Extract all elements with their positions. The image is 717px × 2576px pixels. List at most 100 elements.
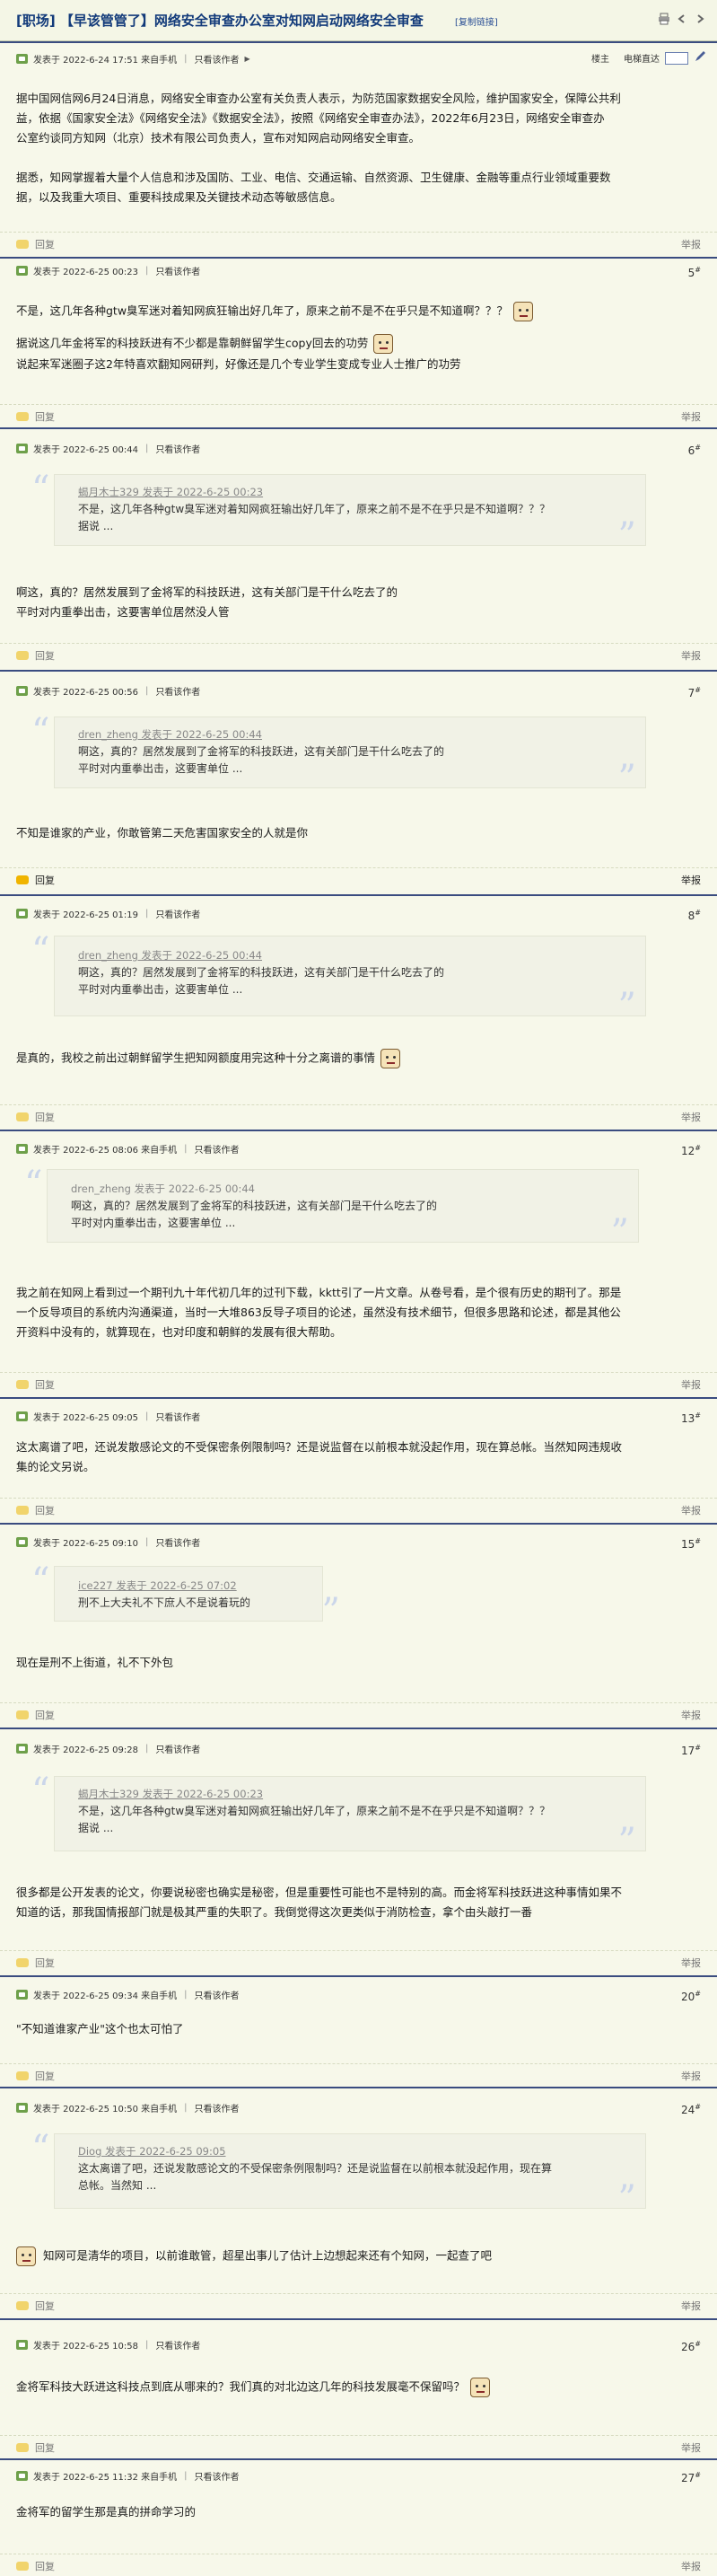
only-author-link[interactable]: 只看该作者 [155,1410,200,1423]
prev-thread-icon[interactable] [676,13,688,25]
post-footer: 回复 举报 [0,1950,717,1972]
report-button[interactable]: 举报 [681,2559,701,2573]
floor-number[interactable]: 27# [681,2471,701,2484]
title-icons [658,13,706,25]
owner-label[interactable]: 楼主 [591,51,609,65]
report-button[interactable]: 举报 [681,2299,701,2313]
only-author-link[interactable]: 只看该作者 [155,1742,200,1755]
report-button[interactable]: 举报 [681,648,701,663]
quote-block: “ 蝎月木士329 发表于 2022-6-25 00:23 不是，这几年各种gt… [31,1773,646,1859]
reply-button[interactable]: 回复 [16,648,55,663]
online-status-icon [16,2103,28,2113]
post-meta: 发表于 2022-6-25 08:06 来自手机 | 只看该作者 [16,1142,239,1156]
only-author-link[interactable]: 只看该作者 [155,907,200,920]
post-footer: 回复 举报 [0,2293,717,2315]
report-button[interactable]: 举报 [681,1377,701,1392]
floor-number[interactable]: 8# [688,909,701,922]
quote-block: “ 蝎月木士329 发表于 2022-6-25 00:23 不是，这几年各种gt… [31,471,646,554]
quote-close-icon: ” [617,758,636,799]
post-meta: 发表于 2022-6-24 17:51 来自手机 | 只看该作者 ▶ [16,52,250,66]
report-button[interactable]: 举报 [681,1956,701,1970]
reply-button[interactable]: 回复 [16,1110,55,1124]
report-button[interactable]: 举报 [681,873,701,887]
next-thread-icon[interactable] [694,13,706,25]
report-button[interactable]: 举报 [681,1708,701,1722]
report-button[interactable]: 举报 [681,1503,701,1517]
reply-icon [16,412,29,421]
thread-header: [职场] 【早该管管了】网络安全审查办公室对知网启动网络安全审查 [复制链接] [0,0,717,41]
only-author-link[interactable]: 只看该作者 [155,684,200,698]
quote-author-link[interactable]: 蝎月木士329 发表于 2022-6-25 00:23 [78,484,622,501]
quote-author-link[interactable]: dren_zheng 发表于 2022-6-25 00:44 [71,1181,615,1198]
floor-number[interactable]: 20# [681,1990,701,2003]
only-author-link[interactable]: 只看该作者 [155,2338,200,2352]
only-author-link[interactable]: 只看该作者 [155,264,200,277]
reply-button[interactable]: 回复 [16,1956,55,1970]
emoji-face-icon [16,2246,36,2266]
post-floor-1: 发表于 2022-6-24 17:51 来自手机 | 只看该作者 ▶ 楼主 电梯… [0,41,717,257]
content-line: 据悉，知网掌握着大量个人信息和涉及国防、工业、电信、交通运输、自然资源、卫生健康… [16,171,611,184]
only-author-link[interactable]: 只看该作者 [194,1988,239,2001]
reply-button[interactable]: 回复 [16,1503,55,1517]
floor-number[interactable]: 24# [681,2103,701,2116]
post-meta: 发表于 2022-6-25 09:10 | 只看该作者 [16,1535,200,1549]
quote-close-icon: ” [617,515,636,557]
floor-number[interactable]: 5# [688,266,701,279]
floor-number[interactable]: 17# [681,1744,701,1757]
content-line: 开资料中没有的，就算现在，也对印度和朝鲜的发展有很大帮助。 [16,1325,342,1339]
online-status-icon [16,54,28,64]
quote-author-link[interactable]: Diog 发表于 2022-6-25 09:05 [78,2143,622,2160]
quote-close-icon: ” [617,1821,636,1862]
post-time: 发表于 2022-6-25 00:56 [33,688,138,698]
report-button[interactable]: 举报 [681,237,701,251]
pen-icon[interactable] [694,50,706,66]
online-status-icon [16,1411,28,1421]
reply-button[interactable]: 回复 [16,873,55,887]
post-meta: 发表于 2022-6-25 00:56 | 只看该作者 [16,684,200,698]
floor-number[interactable]: 7# [688,686,701,699]
post-meta: 发表于 2022-6-25 00:23 | 只看该作者 [16,264,200,277]
quote-open-icon: “ [31,711,50,752]
reply-button[interactable]: 回复 [16,2069,55,2083]
report-button[interactable]: 举报 [681,1110,701,1124]
only-author-link[interactable]: 只看该作者 [194,2101,239,2114]
content-line: 金将军科技大跃进这科技点到底从哪来的？我们真的对北边这几年的科技发展毫不保留吗？ [16,2378,698,2397]
content-line: 益，依据《国家安全法》《网络安全法》《数据安全法》，按照《网络安全审查办法》，2… [16,111,605,125]
report-button[interactable]: 举报 [681,409,701,424]
reply-button[interactable]: 回复 [16,409,55,424]
online-status-icon [16,1990,28,2000]
quote-author-link[interactable]: 蝎月木士329 发表于 2022-6-25 00:23 [78,1786,622,1803]
post-floor-8: 发表于 2022-6-25 01:19 | 只看该作者 8# “ dren_zh… [0,894,717,1130]
reply-button[interactable]: 回复 [16,2440,55,2455]
quote-author-link[interactable]: dren_zheng 发表于 2022-6-25 00:44 [78,947,622,964]
only-author-link[interactable]: 只看该作者 [155,1535,200,1549]
report-button[interactable]: 举报 [681,2440,701,2455]
only-author-link[interactable]: 只看该作者 [155,442,200,455]
floor-number[interactable]: 13# [681,1411,701,1425]
quote-author-link[interactable]: dren_zheng 发表于 2022-6-25 00:44 [78,726,622,743]
copy-link-button[interactable]: [复制链接] [455,14,498,28]
reply-icon [16,2071,29,2080]
report-button[interactable]: 举报 [681,2069,701,2083]
only-author-link[interactable]: 只看该作者 [194,2469,239,2483]
floor-number[interactable]: 15# [681,1537,701,1551]
post-content: 不是，这几年各种gtw臭军迷对着知网疯狂输出好几年了，原来之前不是不在乎只是不知… [16,302,698,375]
reply-button[interactable]: 回复 [16,237,55,251]
only-author-link[interactable]: 只看该作者 [194,52,239,66]
post-content: 这太离谱了吧，还说发散感论文的不受保密条例限制吗？还是说监督在以前根本就没起作用… [16,1438,698,1478]
floor-number[interactable]: 6# [688,444,701,457]
quote-close-icon: ” [321,1591,340,1632]
floor-number[interactable]: 26# [681,2340,701,2353]
quote-block: “ Diog 发表于 2022-6-25 09:05 这太离谱了吧，还说发散感论… [31,2131,646,2217]
reply-button[interactable]: 回复 [16,2559,55,2573]
quote-close-icon: ” [617,986,636,1027]
quote-author-link[interactable]: ice227 发表于 2022-6-25 07:02 [78,1578,299,1595]
print-icon[interactable] [658,13,670,25]
reply-button[interactable]: 回复 [16,1708,55,1722]
only-author-link[interactable]: 只看该作者 [194,1142,239,1156]
quote-close-icon: ” [617,2178,636,2220]
reply-button[interactable]: 回复 [16,2299,55,2313]
reply-button[interactable]: 回复 [16,1377,55,1392]
jump-floor-input[interactable] [665,51,688,65]
floor-number[interactable]: 12# [681,1144,701,1157]
